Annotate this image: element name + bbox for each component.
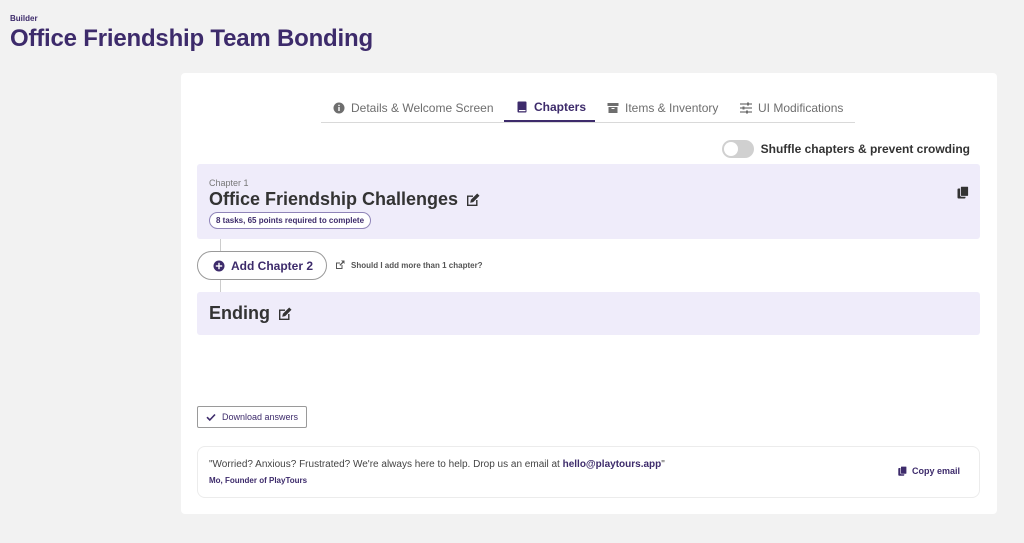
- chapter-requirements-badge: 8 tasks, 65 points required to complete: [209, 212, 372, 229]
- edit-icon[interactable]: [277, 306, 293, 322]
- support-box: "Worried? Anxious? Frustrated? We're alw…: [197, 446, 980, 498]
- connector-line: [220, 280, 221, 292]
- chapter-help-text: Should I add more than 1 chapter?: [351, 260, 483, 270]
- tab-items-inventory[interactable]: Items & Inventory: [595, 93, 728, 122]
- add-chapter-button[interactable]: Add Chapter 2: [197, 251, 327, 280]
- copy-email-label: Copy email: [911, 466, 960, 476]
- toggle-knob: [723, 142, 738, 156]
- add-chapter-label: Add Chapter 2: [231, 258, 314, 273]
- builder-panel: Details & Welcome Screen Chapters Items …: [181, 73, 997, 514]
- breadcrumb: Builder: [10, 14, 38, 23]
- chapter-number: Chapter 1: [209, 178, 249, 188]
- ending-card[interactable]: Ending: [197, 292, 980, 335]
- ending-title-row: Ending: [209, 303, 293, 324]
- sliders-icon: [740, 102, 752, 114]
- info-icon: [333, 102, 345, 114]
- check-icon: [206, 412, 216, 422]
- external-link-icon: [335, 260, 345, 270]
- tab-ui-modifications[interactable]: UI Modifications: [728, 93, 855, 122]
- chapter-title-row: Office Friendship Challenges: [209, 189, 481, 210]
- support-quote-text: "Worried? Anxious? Frustrated? We're alw…: [209, 459, 563, 470]
- support-quote: "Worried? Anxious? Frustrated? We're alw…: [209, 459, 665, 470]
- tab-label: Items & Inventory: [625, 100, 719, 115]
- support-quote-end: ": [661, 459, 665, 470]
- tab-bar: Details & Welcome Screen Chapters Items …: [321, 93, 855, 123]
- shuffle-toggle[interactable]: [721, 140, 754, 158]
- book-icon: [516, 101, 528, 113]
- edit-icon[interactable]: [465, 192, 481, 208]
- copy-icon[interactable]: [957, 185, 969, 199]
- page-header: Builder Office Friendship Team Bonding: [10, 14, 373, 53]
- tab-label: Details & Welcome Screen: [351, 100, 494, 115]
- download-answers-button[interactable]: Download answers: [197, 406, 307, 428]
- copy-icon: [898, 466, 907, 476]
- chapter-card[interactable]: Chapter 1 Office Friendship Challenges 8…: [197, 164, 980, 239]
- tab-chapters[interactable]: Chapters: [504, 93, 595, 122]
- copy-email-button[interactable]: Copy email: [898, 466, 960, 476]
- tab-details-welcome[interactable]: Details & Welcome Screen: [321, 93, 504, 122]
- support-email-link[interactable]: hello@playtours.app: [563, 459, 662, 470]
- plus-circle-icon: [213, 260, 225, 272]
- box-icon: [607, 102, 619, 114]
- support-signature: Mo, Founder of PlayTours: [209, 476, 308, 485]
- chapter-title: Office Friendship Challenges: [209, 189, 459, 209]
- tab-label: UI Modifications: [758, 100, 844, 115]
- chapter-help-link[interactable]: Should I add more than 1 chapter?: [335, 260, 483, 270]
- shuffle-label: Shuffle chapters & prevent crowding: [760, 142, 970, 156]
- tab-label: Chapters: [534, 99, 587, 114]
- ending-title: Ending: [209, 303, 270, 323]
- connector-line: [220, 239, 221, 251]
- page-title: Office Friendship Team Bonding: [10, 25, 373, 52]
- shuffle-setting: Shuffle chapters & prevent crowding: [721, 140, 970, 158]
- download-answers-label: Download answers: [222, 412, 299, 422]
